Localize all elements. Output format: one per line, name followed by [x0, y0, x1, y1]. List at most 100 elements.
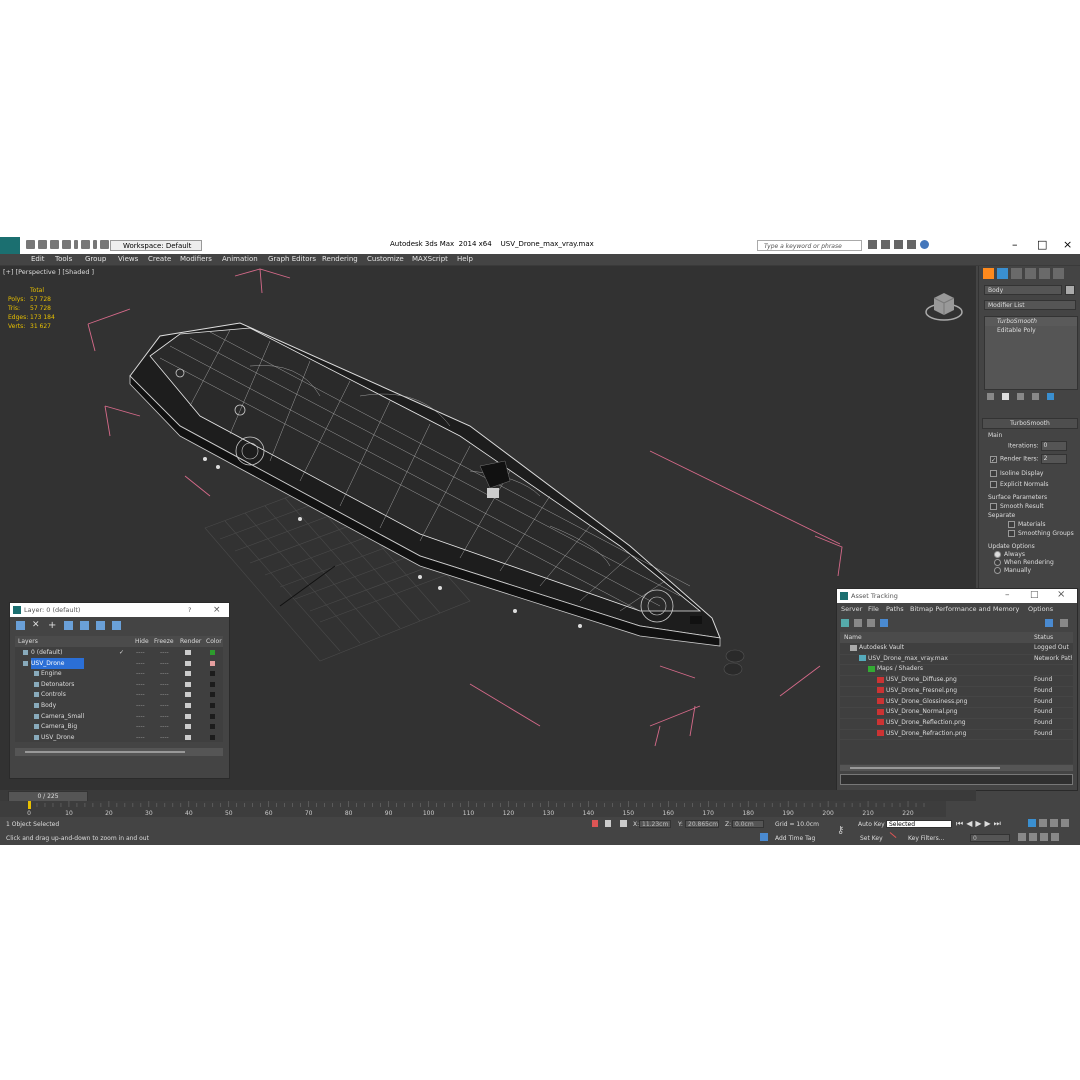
layer-row[interactable]: USV_Drone ---- ---- — [15, 657, 223, 669]
go-to-end-icon[interactable]: ⏭ — [994, 819, 1001, 829]
col-render[interactable]: Render — [180, 636, 201, 647]
layer-row[interactable]: Detonators ---- ---- — [15, 679, 223, 690]
hide-toggle[interactable]: ---- — [136, 732, 145, 743]
freeze-toggle[interactable]: ---- — [160, 647, 169, 658]
asset-menu-options[interactable]: Options — [1028, 605, 1053, 613]
hide-toggle[interactable]: ---- — [136, 689, 145, 700]
menu-maxscript[interactable]: MAXScript — [412, 255, 448, 263]
col-freeze[interactable]: Freeze — [154, 636, 174, 647]
minimize-button[interactable]: – — [1012, 238, 1018, 251]
render-toggle-icon[interactable] — [185, 692, 191, 698]
create-tab-icon[interactable] — [983, 268, 994, 279]
layer-name[interactable]: Camera_Small — [41, 711, 104, 722]
close-button[interactable]: × — [1063, 238, 1072, 251]
viewcube-icon[interactable] — [924, 286, 964, 322]
asset-menu-file[interactable]: File — [868, 605, 879, 613]
field-of-view-icon[interactable] — [1018, 833, 1026, 841]
asset-dialog-titlebar[interactable]: Asset Tracking – □ × — [837, 589, 1077, 603]
add-time-tag-button[interactable]: Add Time Tag — [775, 835, 815, 842]
freeze-toggle[interactable]: ---- — [160, 668, 169, 679]
asset-close-button[interactable]: × — [1057, 588, 1065, 602]
asset-menu-bitmap[interactable]: Bitmap Performance and Memory — [910, 605, 1019, 613]
workspace-dropdown[interactable]: Workspace: Default — [110, 240, 202, 251]
binoculars-icon[interactable] — [868, 240, 877, 249]
render-toggle-icon[interactable] — [185, 671, 191, 677]
menu-rendering[interactable]: Rendering — [322, 255, 358, 263]
layer-color-swatch[interactable] — [210, 713, 215, 719]
modify-tab-icon[interactable] — [997, 268, 1008, 279]
undo-icon[interactable] — [62, 240, 71, 249]
time-slider[interactable]: 0 / 225 — [0, 790, 976, 802]
orbit-icon[interactable] — [1040, 833, 1048, 841]
asset-help-icon[interactable] — [1045, 619, 1053, 627]
tree-view-icon[interactable] — [867, 619, 875, 627]
freeze-toggle[interactable]: ---- — [160, 711, 169, 722]
layer-name[interactable]: Controls — [41, 689, 86, 700]
make-unique-icon[interactable] — [1017, 393, 1024, 400]
subscription-icon[interactable] — [881, 240, 890, 249]
render-toggle-icon[interactable] — [185, 703, 191, 708]
layer-color-swatch[interactable] — [210, 734, 215, 740]
render-toggle-icon[interactable] — [185, 724, 191, 730]
hide-toggle[interactable]: ---- — [136, 721, 145, 732]
favorites-star-icon[interactable] — [907, 240, 916, 249]
key-filters-button[interactable]: Key Filters... — [908, 835, 945, 842]
current-frame-marker[interactable] — [28, 801, 31, 809]
always-radio[interactable] — [994, 551, 1001, 558]
hide-toggle[interactable]: ---- — [136, 647, 145, 658]
current-frame-field[interactable]: 0 — [970, 834, 1010, 842]
iterations-spinner[interactable]: 0 — [1040, 441, 1067, 451]
set-key-button[interactable]: Set Key — [860, 835, 883, 842]
freeze-toggle[interactable]: ---- — [160, 689, 169, 700]
layer-color-swatch[interactable] — [210, 671, 215, 677]
search-input[interactable]: Type a keyword or phrase — [757, 240, 862, 251]
absolute-mode-icon[interactable] — [620, 820, 627, 827]
layer-name[interactable]: Detonators — [41, 679, 94, 690]
menu-graph-editors[interactable]: Graph Editors — [268, 255, 316, 263]
default-tangent-icon[interactable] — [889, 832, 897, 839]
layer-name[interactable]: Camera_Big — [41, 721, 97, 732]
show-end-result-icon[interactable] — [1002, 393, 1009, 400]
track-bar[interactable]: 0 10 20 30 40 50 60 70 80 90 100 110 120 130 140 150 160… — [0, 801, 946, 817]
hide-toggle[interactable]: ---- — [136, 668, 145, 679]
render-toggle-icon[interactable] — [185, 713, 191, 719]
render-toggle-icon[interactable] — [185, 681, 191, 687]
render-toggle-icon[interactable] — [185, 650, 191, 655]
asset-row[interactable]: USV_Drone_Refraction.png Found — [840, 729, 1073, 741]
time-tag-icon[interactable] — [760, 833, 768, 841]
zoom-extents-icon[interactable] — [1050, 819, 1058, 827]
delete-layer-icon[interactable]: ✕ — [32, 621, 41, 630]
render-iters-checkbox[interactable]: ✓ — [990, 455, 997, 464]
maximize-button[interactable]: □ — [1037, 238, 1047, 251]
add-to-layer-icon[interactable]: + — [48, 621, 57, 631]
go-to-start-icon[interactable]: ⏮ — [956, 819, 963, 829]
layer-color-swatch[interactable] — [210, 703, 215, 708]
communication-icon[interactable] — [894, 240, 903, 249]
layer-name[interactable]: USV_Drone — [41, 732, 94, 743]
viewport-label[interactable]: [+] [Perspective ] [Shaded ] — [3, 268, 94, 276]
layer-name[interactable]: 0 (default) — [31, 647, 83, 658]
rollout-title[interactable]: TurboSmooth — [982, 418, 1078, 429]
smooth-result-checkbox[interactable] — [990, 503, 997, 510]
next-frame-icon[interactable]: ▶ — [985, 819, 991, 829]
refresh-icon[interactable] — [841, 619, 849, 627]
table-view-icon[interactable] — [880, 619, 888, 627]
menu-modifiers[interactable]: Modifiers — [180, 255, 212, 263]
help-icon[interactable] — [920, 240, 929, 249]
menu-create[interactable]: Create — [148, 255, 171, 263]
hierarchy-tab-icon[interactable] — [1011, 268, 1022, 279]
y-coordinate-field[interactable]: 20.865cm — [685, 820, 719, 828]
col-name[interactable]: Name — [844, 632, 862, 643]
redo-icon[interactable] — [81, 240, 90, 249]
explicit-normals-checkbox[interactable] — [990, 481, 997, 488]
menu-edit[interactable]: Edit — [31, 255, 45, 263]
layer-row[interactable]: USV_Drone ---- ---- — [15, 732, 223, 743]
menu-tools[interactable]: Tools — [55, 255, 72, 263]
render-toggle-icon[interactable] — [185, 734, 191, 740]
layer-row[interactable]: Camera_Small ---- ---- — [15, 711, 223, 722]
utilities-tab-icon[interactable] — [1053, 268, 1064, 279]
freeze-all-layers-icon[interactable] — [112, 621, 121, 630]
create-layer-icon[interactable] — [16, 621, 25, 630]
layer-color-swatch[interactable] — [210, 650, 215, 655]
project-folder-icon[interactable] — [100, 240, 109, 249]
